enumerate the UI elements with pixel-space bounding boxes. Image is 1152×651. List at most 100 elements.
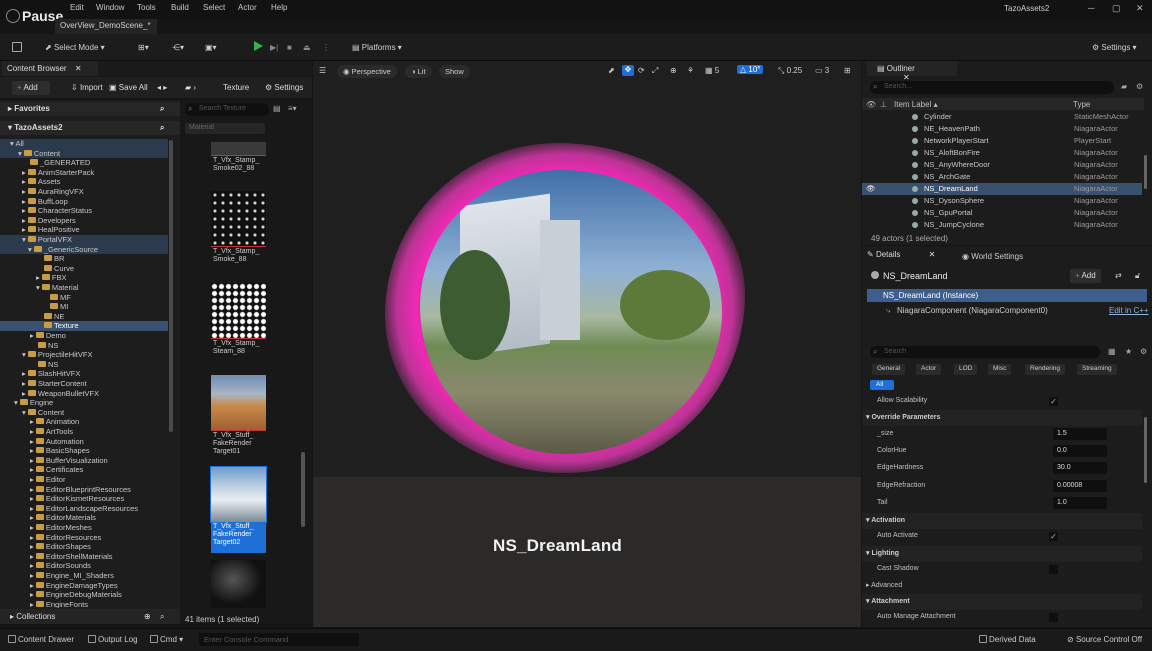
tree-item-selected[interactable]: Texture (0, 321, 168, 331)
add-actor-icon[interactable]: ⊞▾ (138, 43, 149, 52)
asset-label[interactable]: T_Vfx_Stamp_ Steam_88 (211, 339, 266, 363)
tree-item[interactable]: ▸ StarterContent (0, 379, 168, 389)
breadcrumb[interactable]: Texture (218, 81, 254, 95)
add-collection-icon[interactable]: ⊕ (144, 612, 151, 621)
gear-icon[interactable]: ⚙ (1140, 347, 1147, 356)
scale-snap-icon[interactable]: ⤡ 0.25 (778, 66, 802, 76)
search-icon[interactable]: ⌕ (160, 612, 164, 622)
tree-item[interactable]: ▾ ProjectileHitVFX (0, 350, 168, 360)
filter-streaming[interactable]: Streaming (1077, 364, 1117, 375)
category-attachment[interactable]: ▾ Attachment (862, 594, 1142, 610)
visibility-icon[interactable]: 👁 (866, 184, 876, 193)
pin-icon[interactable]: ⊥ (880, 100, 887, 109)
outliner-row[interactable]: NS_GpuPortal NiagaraActor (862, 207, 1142, 219)
project-header[interactable]: ▾ TazoAssets2 ⌕ (0, 121, 180, 135)
tree-item[interactable]: ▸ AnimStarterPack (0, 168, 168, 178)
maximize-icon[interactable]: ▢ (1112, 3, 1121, 14)
move-tool-icon[interactable]: ✥ (622, 65, 634, 76)
scale-tool-icon[interactable]: ⤢ (652, 66, 658, 76)
skip-icon[interactable]: ▶| (270, 43, 278, 52)
tab-content-browser[interactable]: Content Browser ✕ (2, 61, 98, 76)
prop-row[interactable]: ▸ Advanced (862, 578, 1142, 594)
tree-item[interactable]: ▸ Developers (0, 216, 168, 226)
tree-item[interactable]: ▾ PortalVFX (0, 235, 168, 245)
lock-icon[interactable]: 🔓︎ (1135, 271, 1140, 281)
tree-item[interactable]: ▸ EditorMaterials (0, 513, 168, 523)
details-scrollbar[interactable] (1144, 417, 1147, 483)
tree-item[interactable]: ▸ AuraRingVFX (0, 187, 168, 197)
menu-tools[interactable]: Tools (137, 3, 156, 12)
tree-item[interactable]: Curve (0, 264, 168, 274)
close-tab-icon[interactable]: ✕ (929, 250, 936, 259)
niagara-component-row[interactable]: NiagaraComponent (NiagaraComponent0) (897, 306, 1048, 315)
outliner-search-input[interactable]: Search... (870, 81, 1114, 94)
outliner-row[interactable]: NetworkPlayerStart PlayerStart (862, 135, 1142, 147)
add-folder-icon[interactable]: ▰ (1121, 82, 1127, 91)
source-control-button[interactable]: ⊘ Source Control Off (1067, 635, 1142, 644)
tree-item[interactable]: ▸ Demo (0, 331, 168, 341)
tab-outliner[interactable]: ▤ Outliner ✕ (867, 61, 957, 82)
tree-item[interactable]: ▸ ArtTools (0, 427, 168, 437)
tree-item[interactable]: ▸ EngineDamageTypes (0, 581, 168, 591)
settings-dropdown[interactable]: ⚙ Settings ▾ (1092, 43, 1137, 52)
asset-thumbnail[interactable] (211, 283, 266, 338)
add-button[interactable]: + Add (12, 81, 50, 95)
component-instance-row[interactable]: NS_DreamLand (Instance) (867, 289, 1147, 302)
tree-item[interactable]: MI (0, 302, 168, 312)
tree-item[interactable]: ▸ WeaponBulletVFX (0, 389, 168, 399)
world-space-icon[interactable]: ⊕ (670, 66, 677, 75)
surface-snap-icon[interactable]: ⚘ (687, 66, 694, 75)
outliner-row-selected[interactable]: 👁 NS_DreamLand NiagaraActor (862, 183, 1142, 195)
tree-item[interactable]: ▸ EditorMeshes (0, 523, 168, 533)
asset-label[interactable]: T_Vfx_Stuff_ FakeRender Target01 (211, 431, 266, 455)
filter-general[interactable]: General (872, 364, 906, 375)
tree-item[interactable]: ▸ Animation (0, 417, 168, 427)
tree-item[interactable]: ▾ Content (0, 408, 168, 418)
asset-label-selected[interactable]: T_Vfx_Stuff_ FakeRender Target02 (211, 522, 266, 553)
perspective-button[interactable]: ◉ Perspective (337, 65, 397, 78)
tree-item[interactable]: NS (0, 360, 168, 370)
favorites-header[interactable]: ▸ Favorites ⌕ (0, 102, 180, 116)
cinematics-icon[interactable]: ▣▾ (205, 43, 217, 52)
cmd-dropdown[interactable]: Cmd ▾ (150, 635, 183, 644)
outliner-row[interactable]: NS_JumpCyclone NiagaraActor (862, 219, 1142, 231)
tree-item[interactable]: ▸ BasicShapes (0, 446, 168, 456)
platforms-dropdown[interactable]: ▤ Platforms ▾ (352, 43, 402, 52)
tree-item[interactable]: ▸ SlashHitVFX (0, 369, 168, 379)
search-icon[interactable]: ⌕ (160, 104, 164, 114)
filter-icon[interactable]: ≡▾ (288, 104, 297, 113)
tree-item[interactable]: NE (0, 312, 168, 322)
tail-field[interactable]: 1.0 (1053, 497, 1107, 509)
outliner-row[interactable]: NS_AloftBonFire NiagaraActor (862, 147, 1142, 159)
content-drawer-button[interactable]: Content Drawer (8, 635, 74, 644)
show-button[interactable]: Show (439, 65, 470, 78)
col-item-label[interactable]: Item Label ▴ (894, 100, 938, 109)
document-tab[interactable]: OverView_DemoScene_* (55, 19, 157, 34)
gear-icon[interactable]: ⚙ (1136, 82, 1143, 91)
tree-item[interactable]: ▸ Engine_MI_Shaders (0, 571, 168, 581)
asset-thumbnail[interactable] (211, 560, 266, 608)
close-icon[interactable]: ✕ (1136, 3, 1144, 14)
edgehardness-field[interactable]: 30.0 (1053, 462, 1107, 474)
category-lighting[interactable]: ▾ Lighting (862, 546, 1142, 562)
filter-misc[interactable]: Misc (988, 364, 1012, 375)
asset-label[interactable]: T_Vfx_Stamp_ Smoke_88 (211, 247, 266, 271)
details-search-input[interactable]: Search (870, 346, 1100, 358)
category-activation[interactable]: ▾ Activation (862, 513, 1142, 529)
menu-window[interactable]: Window (96, 3, 124, 12)
blueprint-icon[interactable]: ⇄ (1115, 271, 1122, 280)
save-all-button[interactable]: ▣ Save All (104, 81, 153, 95)
tree-item[interactable]: ▸ CharacterStatus (0, 206, 168, 216)
filter-lod[interactable]: LOD (954, 364, 978, 375)
outliner-row[interactable]: NS_AnyWhereDoor NiagaraActor (862, 159, 1142, 171)
size-field[interactable]: 1.5 (1053, 428, 1107, 440)
search-icon[interactable]: ⌕ (160, 123, 164, 133)
derived-data-button[interactable]: Derived Data (979, 635, 1036, 644)
camera-speed-icon[interactable]: ▭ 3 (815, 66, 829, 75)
filter-chip[interactable]: Material (185, 123, 265, 134)
filter-all[interactable]: All (870, 380, 894, 390)
tree-item[interactable]: ▸ EngineFonts (0, 600, 168, 608)
asset-thumbnail[interactable] (211, 375, 266, 430)
tree-item[interactable]: ▸ EditorLandscapeResources (0, 504, 168, 514)
eject-icon[interactable]: ⏏ (303, 43, 311, 52)
